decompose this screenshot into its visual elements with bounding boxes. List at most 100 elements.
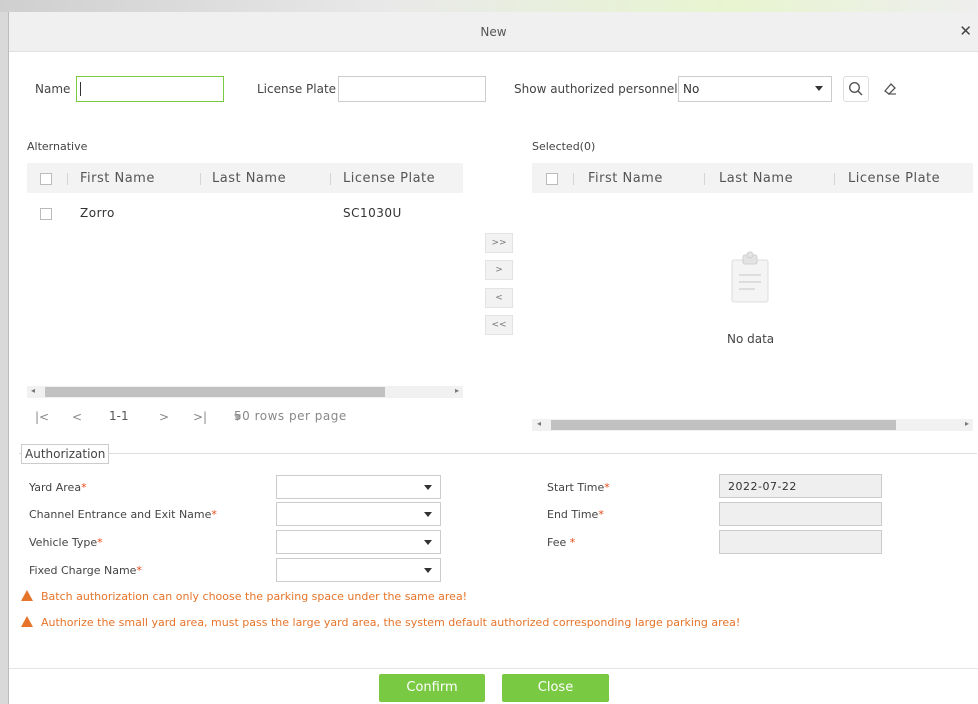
end-time-label: End Time* [547, 508, 604, 521]
fee-field[interactable] [719, 530, 882, 554]
column-separator [200, 173, 201, 185]
column-separator [67, 173, 68, 185]
fixed-charge-select[interactable] [276, 558, 441, 582]
warning-message: Batch authorization can only choose the … [21, 590, 467, 603]
row-first-name: Zorro [80, 206, 115, 220]
rows-per-page-value: 50 rows per page [234, 409, 347, 423]
yard-area-label: Yard Area* [29, 481, 87, 494]
start-time-label-text: Start Time [547, 481, 605, 494]
vehicle-type-select[interactable] [276, 530, 441, 554]
alternative-col-first-name: First Name [80, 171, 155, 186]
fixed-charge-label-text: Fixed Charge Name [29, 564, 137, 577]
required-mark: * [598, 508, 604, 521]
required-mark: * [136, 564, 142, 577]
end-time-label-text: End Time [547, 508, 599, 521]
alternative-grid-header: First Name Last Name License Plate [27, 163, 463, 193]
alternative-col-license-plate: License Plate [343, 171, 436, 186]
scroll-right-icon[interactable]: ▸ [965, 419, 969, 428]
channel-label-text: Channel Entrance and Exit Name [29, 508, 212, 521]
selected-horizontal-scrollbar[interactable]: ◂ ▸ [532, 419, 973, 431]
vehicle-type-label: Vehicle Type* [29, 536, 103, 549]
name-input[interactable] [76, 76, 224, 102]
chevron-down-icon [424, 568, 432, 573]
show-authorized-select[interactable]: No [678, 76, 832, 102]
selected-select-all-checkbox[interactable] [546, 173, 558, 185]
scroll-right-icon[interactable]: ▸ [455, 386, 459, 395]
channel-label: Channel Entrance and Exit Name* [29, 508, 217, 521]
page-range: 1-1 [109, 409, 129, 423]
clear-button[interactable] [877, 76, 903, 102]
no-data-text: No data [727, 332, 775, 346]
authorization-legend: Authorization [21, 444, 110, 464]
next-page-icon[interactable]: > [159, 410, 169, 424]
warning-message: Authorize the small yard area, must pass… [21, 616, 740, 629]
move-right-button[interactable]: > [485, 260, 513, 280]
selected-grid-header: First Name Last Name License Plate [532, 163, 973, 193]
scrollbar-thumb[interactable] [45, 387, 385, 397]
dialog-title: New [480, 25, 507, 39]
alternative-horizontal-scrollbar[interactable]: ◂ ▸ [27, 386, 463, 398]
last-page-icon[interactable]: >| [193, 410, 207, 424]
channel-select[interactable] [276, 502, 441, 526]
search-icon [848, 81, 863, 96]
confirm-button[interactable]: Confirm [379, 674, 485, 702]
new-dialog: New ✕ Name License Plate Show authorized… [8, 12, 978, 704]
name-label: Name [35, 82, 71, 96]
scroll-left-icon[interactable]: ◂ [537, 419, 541, 428]
first-page-icon[interactable]: |< [35, 410, 49, 424]
column-separator [573, 173, 574, 185]
row-checkbox[interactable] [40, 208, 52, 220]
search-button[interactable] [843, 76, 869, 102]
rows-per-page-select[interactable]: 50 rows per page ▼ [234, 409, 346, 423]
warning-text: Authorize the small yard area, must pass… [41, 616, 741, 629]
warning-icon [21, 616, 33, 627]
eraser-icon [884, 83, 896, 95]
fixed-charge-label: Fixed Charge Name* [29, 564, 142, 577]
alternative-col-last-name: Last Name [212, 171, 287, 186]
required-mark: * [569, 536, 576, 549]
column-separator [330, 173, 331, 185]
warning-icon [21, 590, 33, 601]
required-mark: * [211, 508, 217, 521]
row-license-plate: SC1030U [343, 206, 402, 220]
selected-title: Selected(0) [532, 140, 596, 153]
selected-col-license-plate: License Plate [848, 171, 941, 186]
selected-col-first-name: First Name [588, 171, 663, 186]
alternative-select-all-checkbox[interactable] [40, 173, 52, 185]
text-caret [80, 82, 81, 96]
scrollbar-thumb[interactable] [551, 420, 896, 430]
background-strip [0, 0, 978, 12]
start-time-label: Start Time* [547, 481, 610, 494]
fee-label-text: Fee [547, 536, 567, 549]
scroll-left-icon[interactable]: ◂ [31, 386, 35, 395]
move-all-right-button[interactable]: >> [485, 233, 513, 253]
move-left-button[interactable]: < [485, 288, 513, 308]
license-plate-input[interactable] [338, 76, 486, 102]
prev-page-icon[interactable]: < [72, 410, 82, 424]
warning-text: Batch authorization can only choose the … [41, 590, 468, 603]
required-mark: * [97, 536, 103, 549]
chevron-down-icon [815, 86, 823, 91]
vehicle-type-label-text: Vehicle Type [29, 536, 98, 549]
yard-area-select[interactable] [276, 475, 441, 499]
selected-col-last-name: Last Name [719, 171, 794, 186]
start-time-field[interactable]: 2022-07-22 [719, 474, 882, 498]
show-authorized-label: Show authorized personnel [514, 82, 678, 96]
show-authorized-value: No [683, 82, 700, 96]
no-data-icon [730, 250, 770, 307]
required-mark: * [604, 481, 610, 494]
close-button[interactable]: Close [502, 674, 609, 702]
close-icon[interactable]: ✕ [959, 22, 972, 40]
alternative-title: Alternative [27, 140, 88, 153]
required-mark: * [81, 481, 87, 494]
column-separator [834, 173, 835, 185]
table-row[interactable]: Zorro SC1030U [27, 203, 463, 225]
chevron-down-icon [424, 512, 432, 517]
move-all-left-button[interactable]: << [485, 315, 513, 335]
chevron-down-icon [424, 540, 432, 545]
yard-area-label-text: Yard Area [29, 481, 82, 494]
license-plate-label: License Plate [257, 82, 337, 96]
dialog-titlebar: New ✕ [9, 12, 978, 52]
end-time-field[interactable] [719, 502, 882, 526]
footer-divider [9, 668, 978, 669]
